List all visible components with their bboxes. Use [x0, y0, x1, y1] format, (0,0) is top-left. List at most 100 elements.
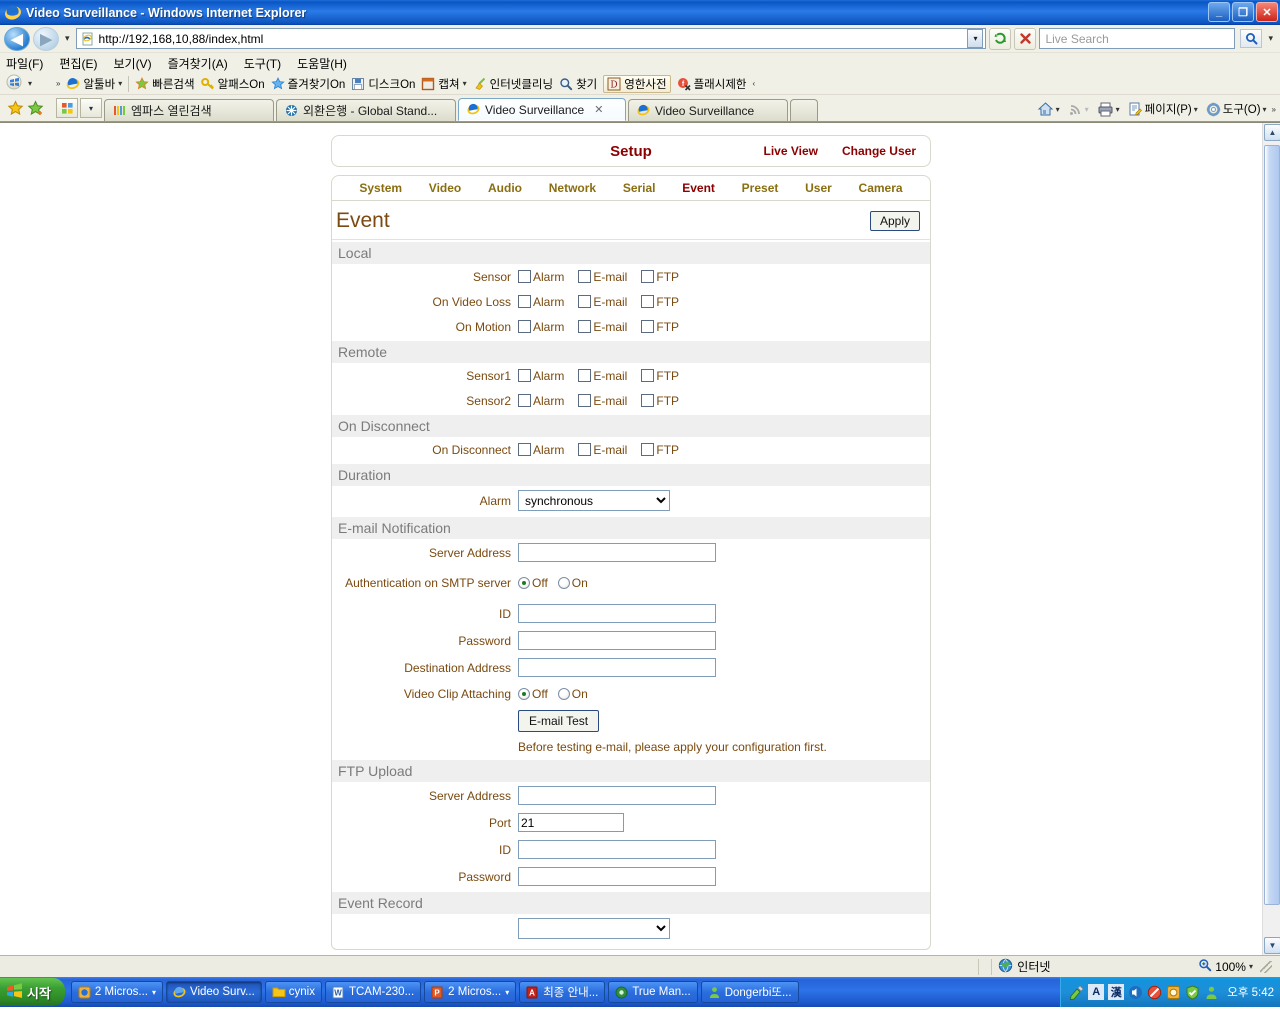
checkbox-input[interactable]: [641, 295, 655, 308]
print-button[interactable]: ▾: [1094, 100, 1123, 119]
refresh-button[interactable]: [989, 27, 1012, 50]
chevron-down-icon[interactable]: ▾: [152, 988, 156, 997]
ftp-id-input[interactable]: [518, 840, 716, 859]
checkbox-remote-sensor2-alarm[interactable]: Alarm: [518, 394, 564, 408]
tab-close-icon[interactable]: ✕: [594, 103, 603, 116]
star-plus-icon[interactable]: [26, 99, 44, 117]
taskbar-button-messenger[interactable]: Dongerbi또...: [700, 981, 799, 1003]
menu-item-edit[interactable]: 편집(E): [59, 55, 97, 72]
close-button[interactable]: ✕: [1256, 2, 1278, 22]
change-user-link[interactable]: Change User: [842, 144, 916, 158]
checkbox-disconnect-ftp[interactable]: FTP: [641, 443, 679, 457]
checkbox-remote-sensor1-ftp[interactable]: FTP: [641, 369, 679, 383]
url-dropdown-icon[interactable]: ▾: [967, 29, 984, 48]
tab-serial[interactable]: Serial: [623, 181, 656, 195]
orb-caret-icon[interactable]: ▾: [28, 79, 32, 88]
menu-item-favorites[interactable]: 즐겨찾기(A): [168, 55, 228, 72]
radio-input[interactable]: [518, 577, 530, 589]
email-id-input[interactable]: [518, 604, 716, 623]
browser-tab-video-surveillance-active[interactable]: Video Surveillance ✕: [458, 98, 626, 121]
menu-item-tools[interactable]: 도구(T): [244, 55, 281, 72]
event-record-select[interactable]: [518, 918, 670, 939]
checkbox-local-motion-ftp[interactable]: FTP: [641, 320, 679, 334]
new-tab-button[interactable]: [790, 99, 818, 121]
checkbox-input[interactable]: [578, 320, 592, 333]
email-test-button[interactable]: E-mail Test: [518, 710, 600, 732]
checkbox-local-videoloss-alarm[interactable]: Alarm: [518, 295, 564, 309]
alarm-duration-select[interactable]: synchronous: [518, 490, 670, 511]
apply-button[interactable]: Apply: [869, 211, 920, 231]
home-button[interactable]: ▾: [1034, 99, 1063, 119]
checkbox-input[interactable]: [641, 270, 655, 283]
checkbox-input[interactable]: [518, 369, 531, 382]
tab-camera[interactable]: Camera: [859, 181, 903, 195]
radio-smtp-auth-on[interactable]: On: [557, 576, 588, 590]
checkbox-input[interactable]: [578, 369, 592, 382]
menu-item-help[interactable]: 도움말(H): [297, 55, 347, 72]
security-zone[interactable]: 인터넷: [998, 958, 1198, 976]
checkbox-input[interactable]: [641, 443, 655, 456]
tab-list-button[interactable]: ▾: [80, 98, 102, 118]
tab-user[interactable]: User: [805, 181, 832, 195]
link-find[interactable]: 찾기: [559, 76, 597, 92]
tab-network[interactable]: Network: [549, 181, 596, 195]
link-altoolbar[interactable]: 알툴바 ▾: [66, 76, 122, 92]
radio-smtp-auth-off[interactable]: Off: [518, 576, 548, 590]
link-dictionary[interactable]: D 영한사전: [603, 74, 671, 93]
links-overflow-icon[interactable]: »: [56, 79, 60, 88]
tab-event[interactable]: Event: [682, 181, 715, 195]
checkbox-input[interactable]: [518, 270, 531, 283]
radio-video-clip-on[interactable]: On: [557, 687, 588, 701]
browser-tab-keb[interactable]: 외환은행 - Global Stand...: [276, 99, 456, 121]
zoom-dropdown-icon[interactable]: ▾: [1249, 962, 1253, 971]
taskbar-button-powerpoint[interactable]: P 2 Micros... ▾: [424, 981, 517, 1003]
checkbox-input[interactable]: [641, 394, 655, 407]
chevron-down-icon[interactable]: ▾: [1056, 105, 1060, 114]
taskbar-button-outlook[interactable]: 2 Micros... ▾: [70, 981, 163, 1003]
checkbox-local-motion-alarm[interactable]: Alarm: [518, 320, 564, 334]
link-internet-cleaning[interactable]: 인터넷클리닝: [473, 76, 553, 92]
tab-system[interactable]: System: [359, 181, 402, 195]
quick-tabs-button[interactable]: [56, 98, 78, 118]
page-menu-button[interactable]: 페이지(P) ▾: [1125, 99, 1201, 119]
command-bar-overflow-icon[interactable]: »: [1272, 105, 1276, 114]
search-dropdown-icon[interactable]: ▾: [1265, 33, 1276, 44]
radio-input[interactable]: [557, 577, 570, 589]
menu-item-file[interactable]: 파일(F): [6, 55, 43, 72]
chevron-down-icon[interactable]: ▾: [1116, 105, 1120, 114]
browser-tab-video-surveillance-2[interactable]: Video Surveillance: [628, 99, 788, 121]
tab-video[interactable]: Video: [429, 181, 461, 195]
page-vertical-scrollbar[interactable]: ▲ ▼: [1262, 123, 1280, 955]
checkbox-input[interactable]: [641, 369, 655, 382]
checkbox-disconnect-email[interactable]: E-mail: [578, 443, 627, 457]
checkbox-remote-sensor1-alarm[interactable]: Alarm: [518, 369, 564, 383]
link-flash-limit[interactable]: f 플래시제한: [677, 76, 747, 92]
radio-input[interactable]: [518, 687, 530, 700]
taskbar-button-video-surveillance[interactable]: Video Surv...: [165, 981, 262, 1003]
checkbox-input[interactable]: [578, 394, 592, 407]
link-alpass-on[interactable]: 알패스On: [200, 76, 265, 92]
update-icon[interactable]: [1166, 985, 1181, 1000]
checkbox-input[interactable]: [518, 295, 531, 308]
taskbar-button-final-guide[interactable]: A 최종 안내...: [519, 981, 606, 1003]
scroll-down-button[interactable]: ▼: [1264, 937, 1280, 954]
maximize-button[interactable]: ❐: [1232, 2, 1254, 22]
ftp-port-input[interactable]: [518, 813, 624, 832]
taskbar-button-cynix-folder[interactable]: cynix: [264, 981, 322, 1003]
checkbox-input[interactable]: [578, 270, 592, 283]
ftp-server-address-input[interactable]: [518, 786, 716, 805]
history-dropdown-icon[interactable]: ▾: [62, 33, 73, 44]
windows-orb-icon[interactable]: [6, 74, 22, 93]
chevron-down-icon[interactable]: ▾: [1263, 105, 1267, 114]
menu-item-view[interactable]: 보기(V): [113, 55, 151, 72]
live-view-link[interactable]: Live View: [763, 144, 817, 158]
checkbox-input[interactable]: [518, 394, 531, 407]
email-password-input[interactable]: [518, 631, 716, 650]
radio-input[interactable]: [557, 687, 570, 700]
volume-icon[interactable]: [1128, 985, 1143, 1000]
messenger-tray-icon[interactable]: [1204, 985, 1219, 1000]
checkbox-disconnect-alarm[interactable]: Alarm: [518, 443, 564, 457]
tab-audio[interactable]: Audio: [488, 181, 522, 195]
back-button[interactable]: ◀: [4, 26, 30, 51]
taskbar-button-tcam-document[interactable]: W TCAM-230...: [324, 981, 422, 1003]
